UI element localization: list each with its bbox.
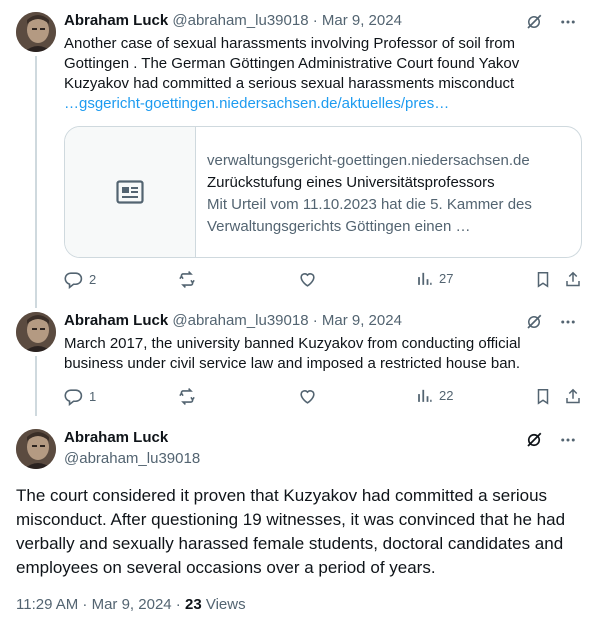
grok-icon[interactable] [524, 12, 544, 32]
reply-count: 1 [89, 389, 97, 404]
author-name[interactable]: Abraham Luck [64, 12, 168, 29]
author-name[interactable]: Abraham Luck [64, 429, 168, 446]
avatar[interactable] [16, 312, 56, 352]
card-domain: verwaltungsgericht-goettingen.niedersach… [207, 152, 530, 169]
bookmark-icon [537, 389, 549, 405]
repost-button[interactable] [177, 270, 203, 289]
article-icon [116, 180, 144, 204]
tweet-text: Another case of sexual harassments invol… [64, 34, 550, 114]
like-icon [300, 273, 315, 287]
author-handle[interactable]: @abraham_lu39018 [64, 450, 200, 467]
thread-line [35, 356, 37, 416]
main-author-name-wrap: Abraham Luck [64, 428, 168, 448]
card-thumbnail [65, 127, 196, 257]
reply-icon [64, 272, 83, 289]
more-icon[interactable] [558, 312, 578, 332]
repost-button[interactable] [177, 387, 203, 406]
grok-icon[interactable] [524, 430, 544, 450]
thread-line [35, 56, 37, 308]
grok-icon[interactable] [524, 312, 544, 332]
reply-button[interactable]: 2 [64, 270, 96, 289]
views-label: Views [201, 596, 246, 613]
share-button[interactable] [564, 270, 582, 289]
author-name[interactable]: Abraham Luck [64, 312, 168, 329]
author-handle[interactable]: @abraham_lu39018 [172, 12, 308, 29]
views-button[interactable]: 27 [416, 270, 453, 287]
tweet-date[interactable]: · Mar 9, 2024 [313, 312, 402, 329]
views-button[interactable]: 22 [416, 387, 453, 404]
card-description-line2: Verwaltungsgerichts Göttingen einen … [207, 218, 471, 235]
share-button[interactable] [564, 387, 582, 406]
tweet-body: Another case of sexual harassments invol… [64, 35, 520, 92]
card-title: Zurückstufung eines Universitätsprofesso… [207, 174, 495, 191]
link-card[interactable]: verwaltungsgericht-goettingen.niedersach… [64, 126, 582, 258]
repost-icon [179, 271, 195, 288]
tweet-header: Abraham Luck @abraham_lu39018 · Mar 9, 2… [64, 11, 402, 31]
share-icon [566, 271, 580, 287]
bookmark-button[interactable] [534, 387, 552, 406]
views-icon [418, 389, 432, 402]
reply-button[interactable]: 1 [64, 387, 96, 406]
reply-icon [64, 389, 83, 406]
tweet-actions: 2 27 [64, 270, 582, 290]
tweet-link[interactable]: …gsgericht-goettingen.niedersachsen.de/a… [64, 95, 449, 112]
more-icon[interactable] [558, 430, 578, 450]
like-button[interactable] [298, 270, 323, 289]
views-count: 22 [439, 388, 454, 403]
bookmark-icon [537, 272, 549, 288]
reply-count: 2 [89, 272, 97, 287]
views-icon [418, 272, 432, 285]
tweet-timestamp[interactable]: 11:29 AM · Mar 9, 2024 · [16, 596, 185, 613]
main-tweet-text: The court considered it proven that Kuzy… [16, 486, 566, 577]
avatar[interactable] [16, 12, 56, 52]
tweet-header: Abraham Luck @abraham_lu39018 · Mar 9, 2… [64, 311, 402, 331]
tweet-meta: 11:29 AM · Mar 9, 2024 · 23 Views [16, 596, 246, 613]
more-icon[interactable] [558, 12, 578, 32]
share-icon [566, 388, 580, 404]
author-handle[interactable]: @abraham_lu39018 [172, 312, 308, 329]
like-button[interactable] [298, 387, 323, 406]
views-count: 27 [439, 271, 454, 286]
views-count: 23 [184, 596, 202, 613]
card-description-line1: Mit Urteil vom 11.10.2023 hat die 5. Kam… [207, 196, 532, 213]
repost-icon [179, 388, 195, 405]
bookmark-button[interactable] [534, 270, 552, 289]
tweet-actions: 1 22 [64, 387, 582, 407]
avatar[interactable] [16, 429, 56, 469]
main-author-handle-wrap: @abraham_lu39018 [64, 449, 200, 469]
like-icon [300, 390, 315, 404]
tweet-date[interactable]: · Mar 9, 2024 [313, 12, 402, 29]
tweet-body: March 2017, the university banned Kuzyak… [64, 335, 521, 372]
